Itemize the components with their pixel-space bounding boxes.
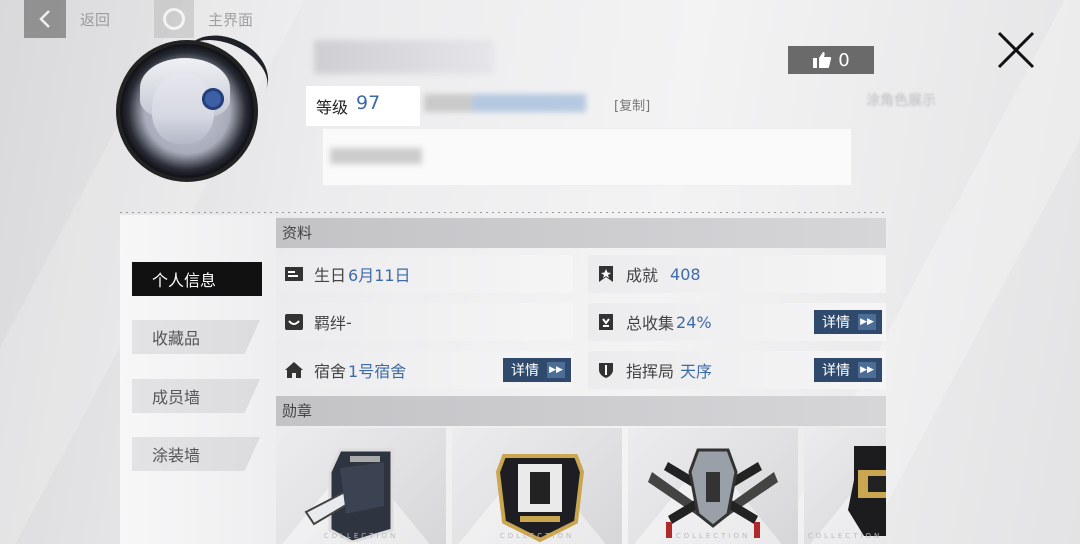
tab-label: 涂装墙 [152,446,201,465]
bond-label: 羁绊 [314,314,347,333]
birthday-value: 6月11日 [348,266,411,285]
tab-label: 成员墙 [152,388,201,407]
detail-label: 详情 [822,363,850,379]
achievement-row: 成就 408 [588,255,886,293]
bond-value: - [346,312,352,332]
collection-value: 24% [676,312,712,332]
level-label: 等级 [316,98,349,117]
bond-face-icon [284,312,304,332]
double-arrow-right-icon: ▶▶ [858,314,876,330]
bond-row: 羁绊 - [276,303,573,341]
chevron-left-icon [39,10,50,28]
dorm-detail-button[interactable]: 详情 ▶▶ [503,358,571,382]
level-box: 等级 97 [306,86,420,126]
home-icon [284,360,304,380]
tab-member-wall[interactable]: 成员墙 [132,379,260,413]
thumbs-up-icon [813,52,832,68]
medal-partial-icon [848,446,886,536]
medal-card[interactable]: COLLECTION [628,428,798,544]
achievement-label: 成就 [626,266,659,285]
collection-watermark: COLLECTION [675,532,751,540]
dorm-label: 宿舍 [314,362,347,381]
birthday-row: 生日 6月11日 [276,255,573,293]
achievement-value: 408 [670,264,701,284]
medal-crossed-blades-icon [648,448,778,538]
sidebar: 个人信息 收藏品 成员墙 涂装墙 [120,215,276,544]
tab-coating-wall[interactable]: 涂装墙 [132,437,260,471]
player-uid-blurred [424,94,586,112]
collection-icon [596,312,616,332]
command-value: 天序 [680,362,713,381]
medal-card[interactable]: COLLECTION [804,428,886,544]
home-circle-icon [163,8,186,30]
tab-label: 收藏品 [152,329,201,348]
collection-label: 总收集 [626,314,675,333]
bookmark-icon [596,264,616,284]
close-icon[interactable] [996,30,1036,70]
command-label: 指挥局 [626,362,675,381]
collection-watermark: COLLECTION [807,532,883,540]
medal-card[interactable]: COLLECTION [276,428,446,544]
calendar-card-icon [284,264,304,284]
shield-icon [596,360,616,380]
medal-card[interactable]: COLLECTION [452,428,622,544]
like-count: 0 [838,49,850,71]
avatar[interactable] [110,22,280,188]
profile-section-header: 资料 [276,218,886,248]
medal-dark-wing-icon [304,448,394,542]
faded-character-display-label: 涂角色展示 [866,93,936,109]
birthday-label: 生日 [314,266,347,285]
detail-label: 详情 [822,315,850,331]
collection-detail-button[interactable]: 详情 ▶▶ [814,310,882,334]
tab-label: 个人信息 [152,271,217,290]
back-button[interactable] [24,0,66,38]
collection-watermark: COLLECTION [323,532,399,540]
level-value: 97 [356,92,381,114]
signature-text-blurred [330,148,422,164]
back-label[interactable]: 返回 [80,9,110,30]
copy-uid-link[interactable]: [复制] [614,95,650,114]
home-label[interactable]: 主界面 [208,9,253,30]
medal-gold-crest-icon [495,454,585,542]
panel-divider [120,212,886,213]
detail-label: 详情 [511,363,539,379]
tab-collectibles[interactable]: 收藏品 [132,320,260,354]
like-button[interactable]: 0 [788,46,874,74]
double-arrow-right-icon: ▶▶ [858,362,876,378]
medal-section-header: 勋章 [276,396,886,426]
dorm-value: 1号宿舍 [348,362,407,381]
double-arrow-right-icon: ▶▶ [547,362,565,378]
command-detail-button[interactable]: 详情 ▶▶ [814,358,882,382]
tab-personal-info[interactable]: 个人信息 [132,262,262,296]
player-name-blurred [314,40,494,74]
collection-watermark: COLLECTION [499,532,575,540]
